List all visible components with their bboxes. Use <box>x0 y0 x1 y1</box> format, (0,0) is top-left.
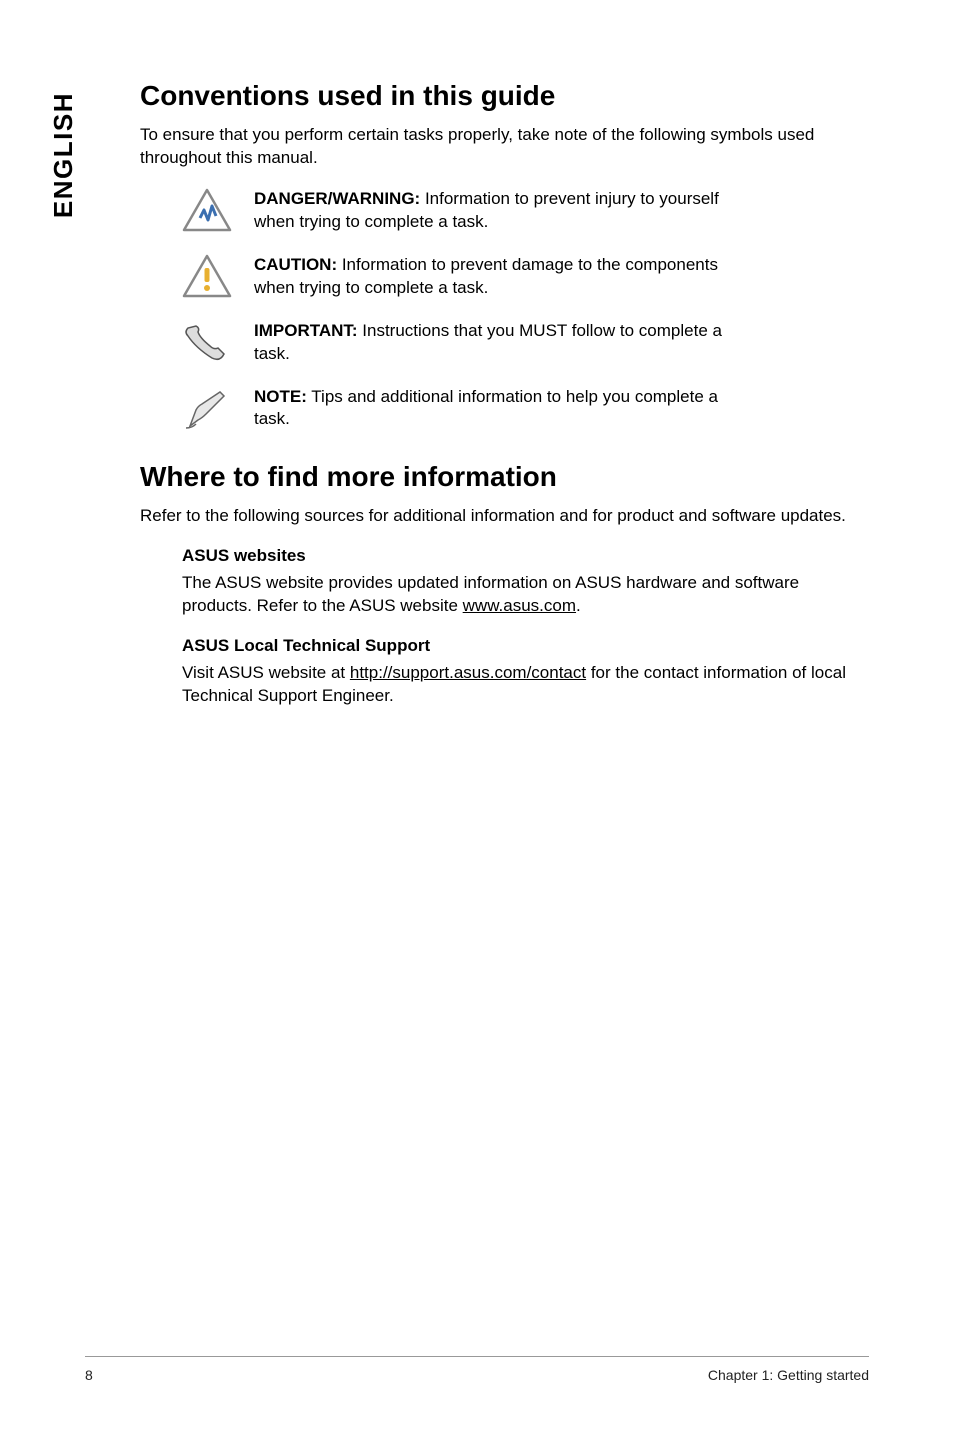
section1-intro: To ensure that you perform certain tasks… <box>140 124 869 170</box>
notice-text: CAUTION: Information to prevent damage t… <box>254 254 754 300</box>
notice-caution: CAUTION: Information to prevent damage t… <box>140 254 869 300</box>
notice-label: NOTE: <box>254 387 307 406</box>
section-heading-conventions: Conventions used in this guide <box>140 80 869 112</box>
notice-label: DANGER/WARNING: <box>254 189 420 208</box>
caution-icon <box>182 254 232 298</box>
def-body-websites: The ASUS website provides updated inform… <box>182 572 869 618</box>
chapter-label: Chapter 1: Getting started <box>708 1367 869 1383</box>
notice-text: DANGER/WARNING: Information to prevent i… <box>254 188 754 234</box>
def-body-support: Visit ASUS website at http://support.asu… <box>182 662 869 708</box>
language-tab: ENGLISH <box>48 92 79 218</box>
notice-text: IMPORTANT: Instructions that you MUST fo… <box>254 320 754 366</box>
notice-label: CAUTION: <box>254 255 337 274</box>
notice-danger: DANGER/WARNING: Information to prevent i… <box>140 188 869 234</box>
notice-text: NOTE: Tips and additional information to… <box>254 386 754 432</box>
link-support[interactable]: http://support.asus.com/contact <box>350 663 586 682</box>
note-icon <box>182 386 232 430</box>
notice-label: IMPORTANT: <box>254 321 358 340</box>
page-footer: 8 Chapter 1: Getting started <box>85 1356 869 1383</box>
notice-note: NOTE: Tips and additional information to… <box>140 386 869 432</box>
section2-intro: Refer to the following sources for addit… <box>140 505 869 528</box>
body-pre: Visit ASUS website at <box>182 663 350 682</box>
page-number: 8 <box>85 1367 93 1383</box>
notice-body: Tips and additional information to help … <box>254 387 718 429</box>
def-title-websites: ASUS websites <box>182 546 869 566</box>
def-title-support: ASUS Local Technical Support <box>182 636 869 656</box>
important-icon <box>182 320 232 364</box>
notice-important: IMPORTANT: Instructions that you MUST fo… <box>140 320 869 366</box>
section-heading-moreinfo: Where to find more information <box>140 461 869 493</box>
link-asus[interactable]: www.asus.com <box>463 596 576 615</box>
body-post: . <box>576 596 581 615</box>
danger-icon <box>182 188 232 232</box>
